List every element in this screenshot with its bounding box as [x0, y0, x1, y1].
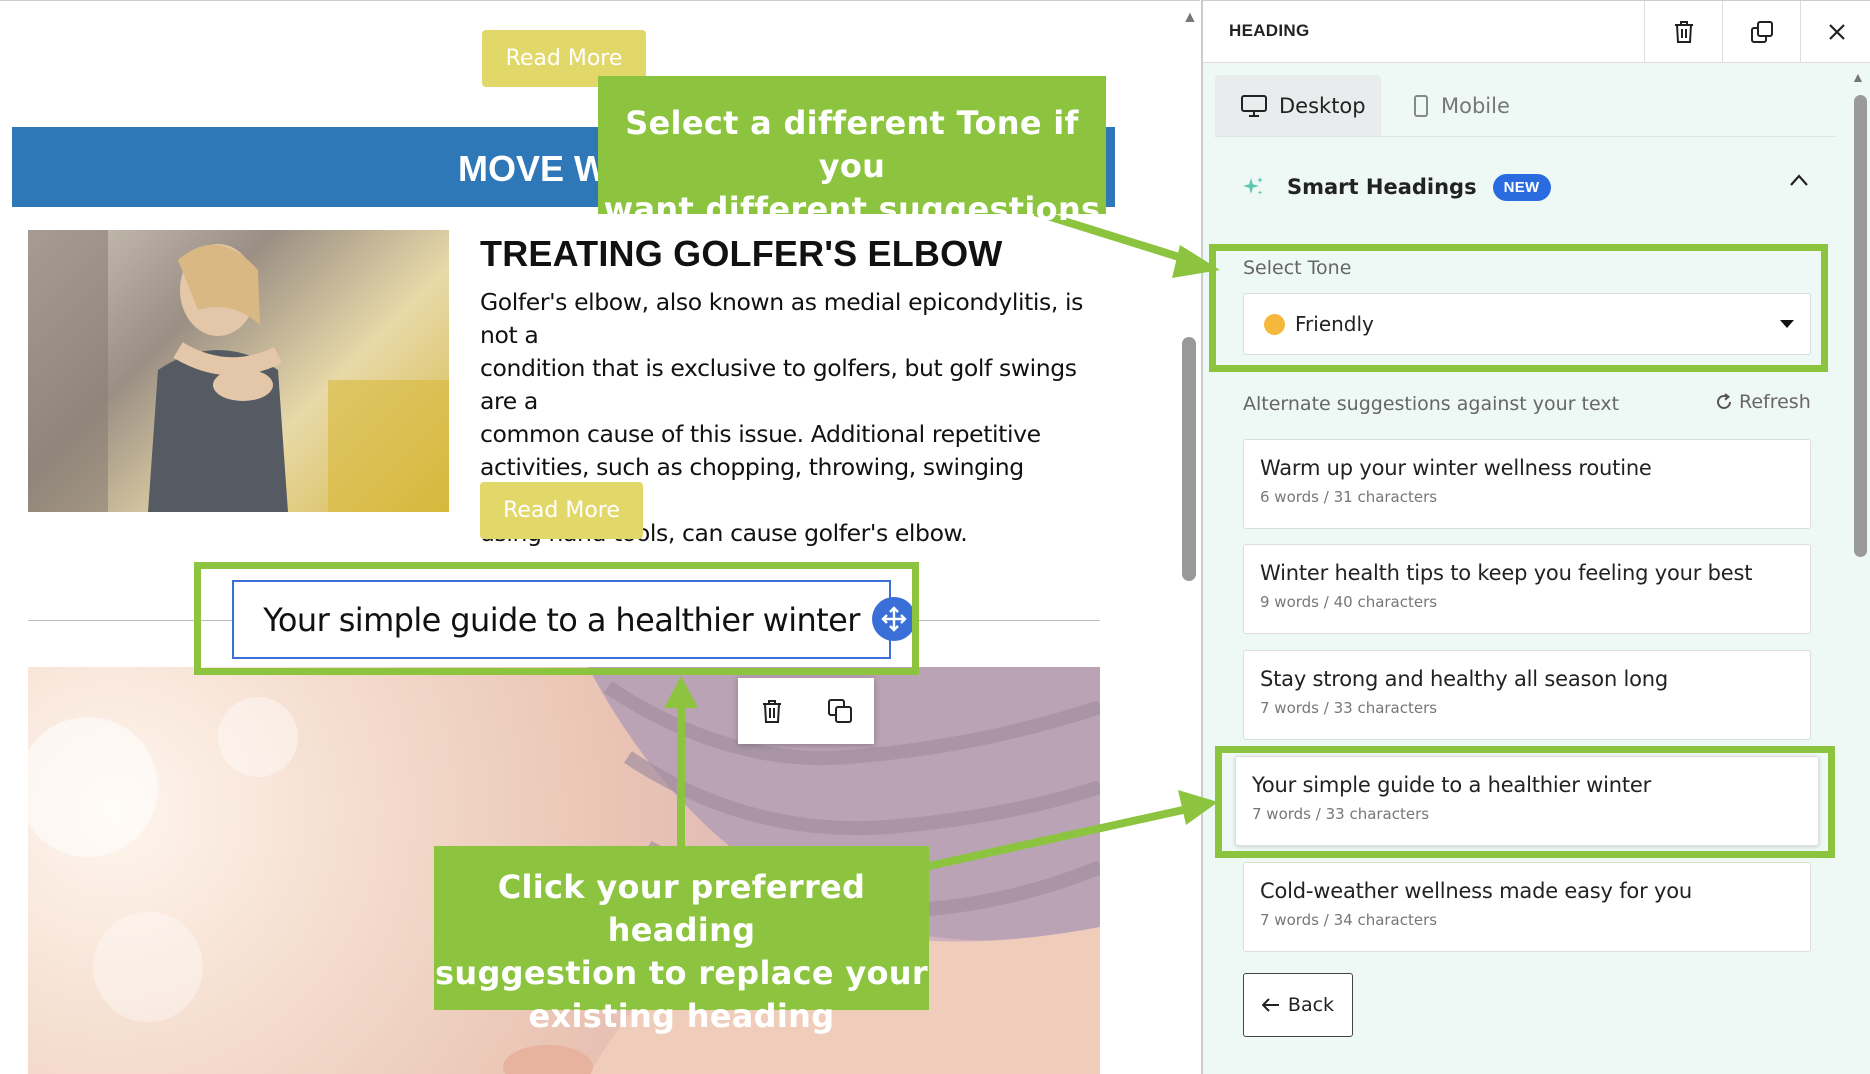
suggestion-meta: 9 words / 40 characters [1260, 593, 1438, 611]
click-callout-line: suggestion to replace your [435, 954, 928, 992]
tab-mobile[interactable]: Mobile [1393, 75, 1543, 137]
tone-callout-line: want different suggestions [603, 190, 1101, 228]
tone-highlight [1209, 244, 1828, 372]
panel-body: Desktop Mobile Smart Headings NEW Select… [1203, 63, 1870, 1074]
suggestion-item[interactable]: Stay strong and healthy all season long … [1243, 650, 1811, 740]
scroll-up-arrow-icon[interactable]: ▲ [1182, 9, 1198, 27]
panel-scrollbar[interactable] [1854, 95, 1867, 557]
article-image[interactable] [28, 230, 449, 512]
click-callout-line: Click your preferred heading [497, 868, 866, 949]
tab-desktop-label: Desktop [1279, 94, 1366, 118]
tab-divider [1215, 136, 1835, 137]
duplicate-element-button[interactable] [820, 691, 860, 731]
panel-title: HEADING [1229, 21, 1310, 40]
click-callout-line: existing heading [528, 997, 835, 1035]
panel-scroll-up-arrow-icon[interactable]: ▲ [1851, 69, 1865, 85]
article-body-line: Golfer's elbow, also known as medial epi… [480, 288, 1083, 349]
smart-headings-title: Smart Headings [1287, 175, 1477, 199]
suggestion-item[interactable]: Winter health tips to keep you feeling y… [1243, 544, 1811, 634]
back-label: Back [1287, 994, 1335, 1016]
sparkle-icon [1243, 177, 1263, 195]
click-callout: Click your preferred heading suggestion … [434, 846, 929, 1035]
chevron-up-icon[interactable] [1789, 173, 1809, 192]
duplicate-button[interactable] [1722, 1, 1800, 63]
duplicate-icon [828, 699, 852, 723]
banner-text: MOVE W [458, 148, 608, 189]
refresh-icon [1717, 393, 1731, 409]
arrow-left-icon [1261, 998, 1279, 1012]
delete-element-button[interactable] [752, 691, 792, 731]
suggestion-title: Stay strong and healthy all season long [1260, 667, 1669, 691]
article-title: TREATING GOLFER'S ELBOW [480, 233, 1003, 274]
suggestion-title: Cold-weather wellness made easy for you [1260, 879, 1692, 903]
close-button[interactable] [1800, 1, 1870, 63]
panel-header: HEADING [1203, 1, 1870, 63]
new-badge: NEW [1492, 173, 1551, 201]
alternate-suggestions-label: Alternate suggestions against your text [1243, 393, 1620, 415]
woman-photo-illustration [28, 230, 449, 512]
heading-highlight [194, 562, 919, 675]
back-button[interactable]: Back [1243, 973, 1353, 1037]
tone-callout-line: Select a different Tone if you [625, 104, 1079, 185]
suggestion-item[interactable]: Cold-weather wellness made easy for you … [1243, 862, 1811, 952]
delete-button[interactable] [1644, 1, 1722, 63]
suggestion-meta: 7 words / 33 characters [1260, 699, 1438, 717]
refresh-label: Refresh [1739, 391, 1811, 413]
refresh-button[interactable]: Refresh [1715, 391, 1811, 413]
tone-callout: Select a different Tone if you want diff… [598, 76, 1106, 228]
smart-headings-header[interactable]: Smart Headings NEW [1243, 169, 1551, 205]
properties-panel: HEADING Desktop Mobile Smart Headings NE… [1201, 0, 1870, 1074]
article-body-line: condition that is exclusive to golfers, … [480, 354, 1077, 415]
suggestion-title: Warm up your winter wellness routine [1260, 456, 1652, 480]
tab-desktop[interactable]: Desktop [1215, 75, 1381, 137]
read-more-button[interactable]: Read More [480, 482, 643, 539]
suggestion-meta: 7 words / 34 characters [1260, 911, 1438, 929]
article-body-line: common cause of this issue. Additional r… [480, 420, 1041, 448]
suggestion-meta: 6 words / 31 characters [1260, 488, 1438, 506]
desktop-icon [1241, 95, 1267, 117]
mobile-icon [1414, 95, 1428, 117]
trash-icon [1674, 21, 1693, 43]
suggestion-highlight [1215, 746, 1835, 858]
duplicate-icon [1750, 21, 1773, 43]
canvas-scrollbar[interactable] [1182, 337, 1196, 581]
suggestion-title: Winter health tips to keep you feeling y… [1260, 561, 1753, 585]
trash-icon [763, 700, 781, 723]
tab-mobile-label: Mobile [1441, 94, 1510, 118]
close-icon [1828, 24, 1845, 40]
element-toolbar [738, 678, 874, 744]
suggestion-item[interactable]: Warm up your winter wellness routine 6 w… [1243, 439, 1811, 529]
